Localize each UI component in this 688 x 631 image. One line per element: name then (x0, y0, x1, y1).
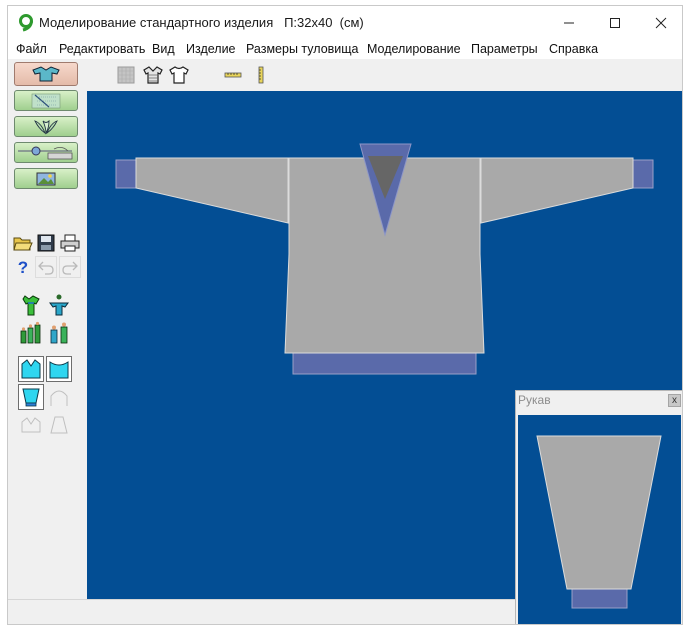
undo-button[interactable] (35, 256, 57, 278)
redo-button[interactable] (59, 256, 81, 278)
left-cuff (115, 159, 137, 189)
sleeve-shape (536, 435, 662, 590)
sweater-mode-icon (32, 66, 60, 82)
minimize-icon (564, 22, 574, 23)
horizontal-ruler-icon (224, 72, 242, 78)
sweater-back-button[interactable] (168, 64, 190, 86)
leaves-mode-button[interactable] (14, 116, 78, 137)
save-button[interactable] (35, 232, 57, 254)
undo-icon (38, 261, 54, 275)
left-toolbar: ? (8, 62, 86, 599)
sweater-front-button[interactable] (142, 64, 164, 86)
minimize-button[interactable] (546, 6, 592, 39)
sleeve-panel-close-button[interactable]: x (668, 394, 681, 407)
print-icon (60, 234, 80, 252)
skirt-part-icon (50, 416, 68, 434)
menu-edit[interactable]: Редактировать (59, 42, 145, 56)
pattern-mode-icon (31, 93, 61, 108)
collar-part-button[interactable] (46, 384, 72, 410)
image-icon (36, 172, 56, 185)
menu-view[interactable]: Вид (152, 42, 175, 56)
open-button[interactable] (12, 232, 34, 254)
figure-female-button[interactable] (18, 292, 44, 318)
menu-file[interactable]: Файл (16, 42, 47, 56)
vertical-ruler-icon (258, 66, 264, 84)
vertical-ruler-button[interactable] (250, 64, 272, 86)
grid-page-icon (117, 66, 135, 84)
maximize-icon (610, 17, 620, 28)
sleeve-panel-title: Рукав (518, 393, 551, 407)
left-sleeve (135, 157, 289, 224)
collar-part-icon (50, 390, 68, 406)
sleeve-part-button[interactable] (18, 384, 44, 410)
figure-male-button[interactable] (46, 292, 72, 318)
skirt-part-button[interactable] (46, 412, 72, 438)
back-part-icon (49, 361, 69, 379)
top-toolbar (8, 59, 682, 91)
figure-pair-icon (50, 322, 68, 344)
sleeve-preview-canvas[interactable] (518, 415, 681, 624)
open-folder-icon (13, 237, 33, 251)
close-icon (655, 17, 667, 28)
app-logo-icon (19, 14, 33, 32)
svg-text:?: ? (18, 258, 28, 276)
menu-help[interactable]: Справка (549, 42, 598, 56)
vest-part-icon (21, 417, 41, 433)
front-part-icon (21, 359, 41, 379)
close-button[interactable] (638, 6, 682, 39)
menu-modeling[interactable]: Моделирование (367, 42, 461, 56)
status-bar (8, 599, 515, 624)
menu-body-sizes[interactable]: Размеры туловища (246, 42, 359, 56)
image-button[interactable] (14, 168, 78, 189)
figure-female-icon (22, 295, 40, 316)
window-title: Моделирование стандартного изделия П:32x… (39, 15, 364, 30)
grid-page-button[interactable] (115, 64, 137, 86)
knitting-machine-icon (18, 146, 73, 159)
sleeve-drawing (536, 435, 662, 609)
figure-group-button[interactable] (18, 320, 44, 346)
knitting-machine-button[interactable] (14, 142, 78, 163)
sweater-mode-button[interactable] (14, 62, 78, 86)
right-cuff (632, 159, 654, 189)
figure-pair-button[interactable] (46, 320, 72, 346)
front-part-button[interactable] (18, 356, 44, 382)
sleeve-cuff (571, 588, 628, 609)
figure-group-icon (20, 321, 41, 344)
help-button[interactable]: ? (12, 256, 34, 278)
menu-bar: Файл Редактировать Вид Изделие Размеры т… (8, 39, 682, 59)
maximize-button[interactable] (592, 6, 638, 39)
menu-parameters[interactable]: Параметры (471, 42, 538, 56)
save-icon (37, 234, 55, 252)
leaves-mode-icon (34, 119, 58, 135)
back-part-button[interactable] (46, 356, 72, 382)
right-sleeve (480, 157, 634, 224)
pattern-mode-button[interactable] (14, 90, 78, 111)
menu-product[interactable]: Изделие (186, 42, 236, 56)
app-window: Моделирование стандартного изделия П:32x… (7, 5, 683, 625)
sleeve-part-icon (22, 388, 40, 407)
figure-male-icon (49, 294, 69, 316)
horizontal-ruler-button[interactable] (222, 64, 244, 86)
sleeve-panel[interactable]: Рукав x (515, 390, 682, 624)
title-bar[interactable]: Моделирование стандартного изделия П:32x… (8, 6, 682, 39)
sweater-front-icon (143, 66, 163, 84)
sweater-back-icon (169, 66, 189, 84)
print-button[interactable] (59, 232, 81, 254)
vest-part-button[interactable] (18, 412, 44, 438)
help-icon: ? (18, 258, 28, 276)
redo-icon (62, 261, 78, 275)
